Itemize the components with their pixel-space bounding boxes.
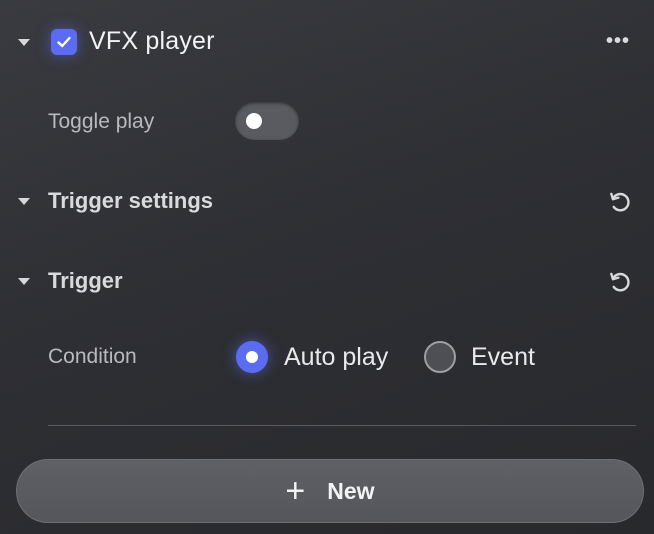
new-button-label: New [327, 477, 375, 504]
reset-icon[interactable] [607, 269, 633, 295]
plus-icon: + [285, 472, 306, 510]
collapse-caret-icon[interactable] [18, 198, 30, 205]
radio-dot [246, 351, 258, 363]
trigger-title: Trigger [48, 268, 123, 293]
trigger-settings-title: Trigger settings [48, 188, 214, 213]
radio-event[interactable] [424, 341, 456, 373]
toggle-play-label: Toggle play [48, 110, 155, 133]
collapse-caret-icon[interactable] [18, 39, 30, 46]
radio-auto-play-label[interactable]: Auto play [284, 343, 388, 372]
divider [48, 425, 636, 426]
new-button[interactable]: + New [16, 459, 644, 523]
toggle-play-switch[interactable] [235, 102, 299, 140]
reset-icon[interactable] [607, 189, 633, 215]
toggle-knob [246, 113, 262, 129]
collapse-caret-icon[interactable] [18, 278, 30, 285]
radio-auto-play[interactable] [236, 341, 268, 373]
more-options-icon[interactable]: ••• [606, 30, 630, 53]
check-icon [57, 36, 71, 48]
condition-label: Condition [48, 345, 137, 368]
radio-event-label[interactable]: Event [471, 343, 535, 372]
panel-title: VFX player [89, 27, 215, 55]
enable-checkbox[interactable] [51, 29, 77, 55]
